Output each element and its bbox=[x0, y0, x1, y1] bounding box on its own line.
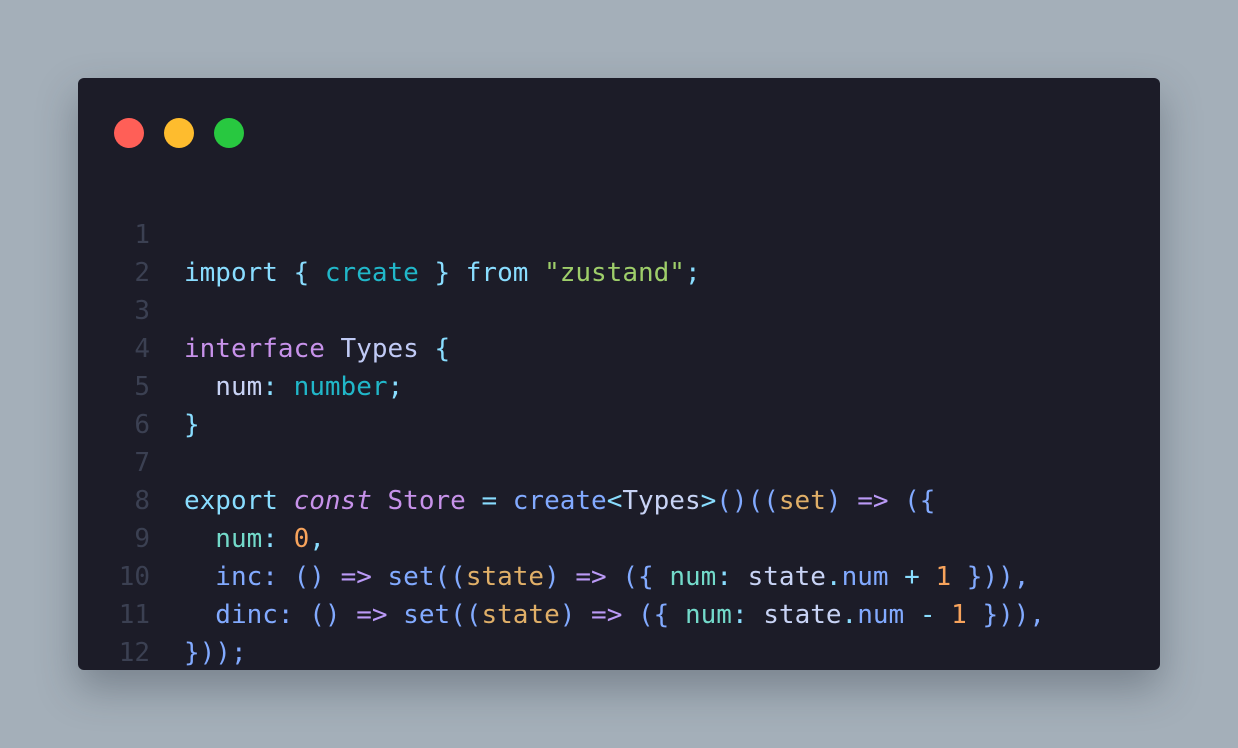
code-line: 9 inc: () => set((state) => ({ num: stat… bbox=[78, 482, 1160, 592]
token: })); bbox=[184, 638, 247, 668]
maximize-dot-icon[interactable] bbox=[214, 118, 244, 148]
code-line: 3 interface Types { bbox=[78, 254, 1160, 364]
code-block: 1 import { create } from "zustand"; 2 3 … bbox=[78, 178, 1160, 668]
code-line: 6 bbox=[78, 368, 1160, 440]
code-line: 7 export const Store = create<Types>()((… bbox=[78, 406, 1160, 516]
code-line: 1 import { create } from "zustand"; bbox=[78, 178, 1160, 288]
line-number: 12 bbox=[118, 638, 150, 668]
minimize-dot-icon[interactable] bbox=[164, 118, 194, 148]
code-line: 10 dinc: () => set((state) => ({ num: st… bbox=[78, 520, 1160, 630]
code-window: 1 import { create } from "zustand"; 2 3 … bbox=[78, 78, 1160, 670]
line-text: })); bbox=[184, 634, 247, 672]
window-controls bbox=[114, 118, 244, 148]
code-line: 8 num: 0, bbox=[78, 444, 1160, 554]
code-line: 12 bbox=[78, 596, 1160, 668]
code-line: 5 } bbox=[78, 330, 1160, 440]
code-line: 4 num: number; bbox=[78, 292, 1160, 402]
close-dot-icon[interactable] bbox=[114, 118, 144, 148]
code-line: 11 })); bbox=[78, 558, 1160, 668]
code-line: 2 bbox=[78, 216, 1160, 288]
